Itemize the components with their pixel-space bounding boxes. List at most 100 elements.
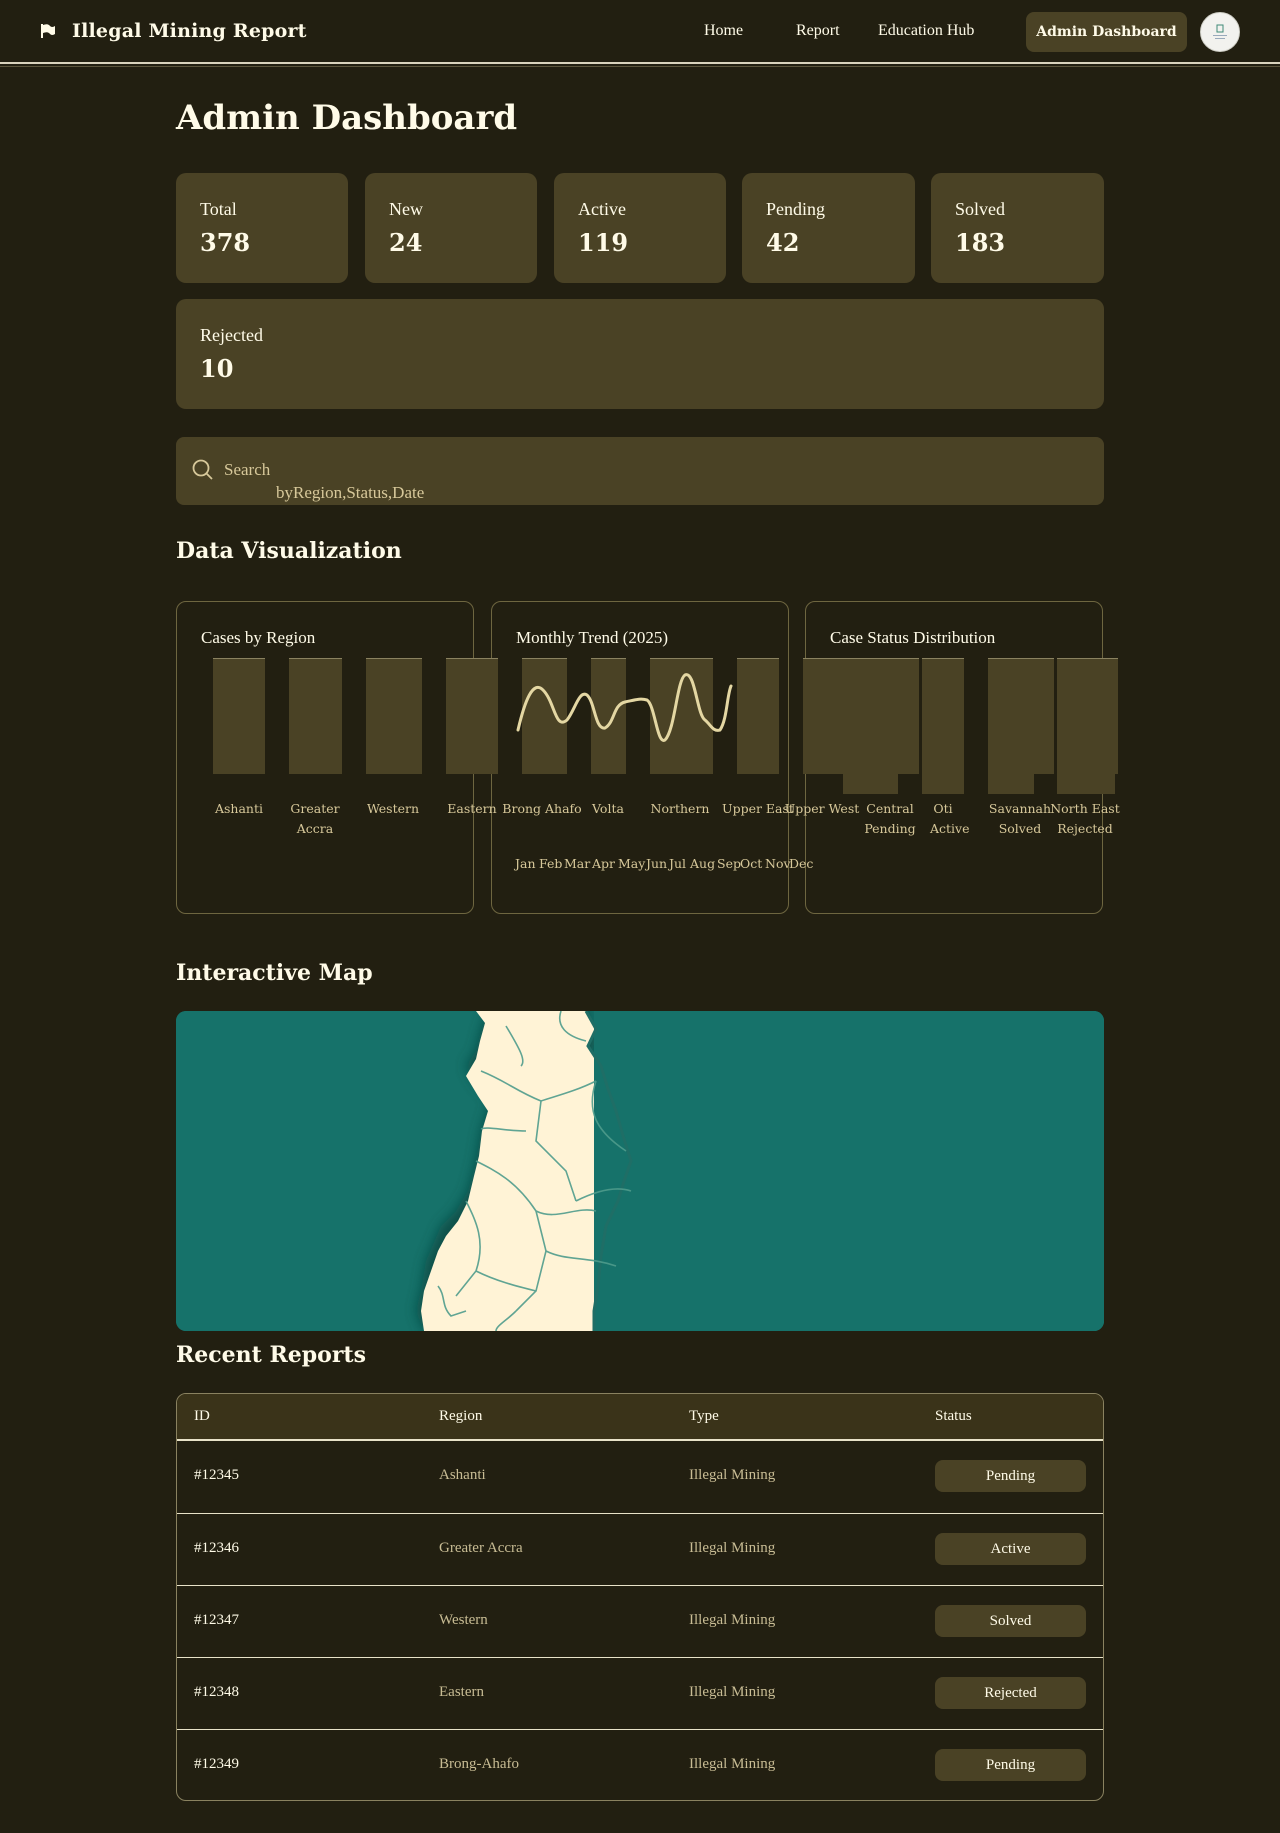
stat-card-solved: Solved 183	[931, 173, 1104, 283]
stat-label: New	[389, 199, 423, 219]
table-row[interactable]: #12346 Greater Accra Illegal Mining Acti…	[177, 1513, 1103, 1585]
page-title: Admin Dashboard	[176, 98, 518, 138]
chart-title: Cases by Region	[201, 628, 316, 647]
chart-label-eastern: Eastern	[447, 801, 497, 816]
chart-bar-ashanti	[213, 658, 265, 774]
column-header-id: ID	[194, 1408, 210, 1424]
chart-bar-upper-west	[803, 658, 919, 774]
stat-card-pending: Pending 42	[742, 173, 915, 283]
chart-label-ashanti: Ashanti	[214, 801, 264, 816]
nav-link-report[interactable]: Report	[796, 22, 840, 40]
search-hint: byRegion,Status,Date	[276, 483, 425, 502]
ghana-map[interactable]	[176, 1011, 1104, 1331]
column-header-region: Region	[439, 1408, 483, 1424]
section-title-recent-reports: Recent Reports	[176, 1342, 366, 1368]
cell-region: Greater Accra	[439, 1540, 523, 1556]
table-row[interactable]: #12345 Ashanti Illegal Mining Pending	[177, 1441, 1103, 1513]
status-badge[interactable]: Solved	[935, 1605, 1086, 1637]
cell-id: #12345	[194, 1467, 239, 1483]
month-label-nov: Nov	[765, 856, 791, 871]
stat-card-total: Total 378	[176, 173, 348, 283]
month-label-sep: Sep	[717, 856, 741, 871]
stat-label: Pending	[766, 199, 826, 219]
chart-label-central-pending: Central Pending	[864, 801, 916, 836]
admin-dashboard-button[interactable]: Admin Dashboard	[1026, 12, 1187, 52]
stat-label: Rejected	[200, 325, 263, 345]
monthly-trend-line	[516, 673, 733, 742]
stat-label: Solved	[955, 199, 1006, 219]
month-label-dec: Dec	[789, 856, 814, 871]
stat-value: 42	[766, 228, 800, 257]
flag-icon	[41, 24, 55, 38]
cell-type: Illegal Mining	[689, 1467, 776, 1483]
stat-value: 10	[200, 354, 234, 383]
chart-label-greater-accra: Greater Accra	[290, 801, 340, 836]
chart-bar-savannah	[988, 658, 1054, 774]
chart-bar-western	[366, 658, 422, 774]
month-label-jun: Jun	[646, 856, 668, 871]
table-header: ID Region Type Status	[177, 1394, 1103, 1441]
month-label-mar: Mar	[564, 856, 591, 871]
chart-bar-savannah-lower	[988, 774, 1034, 794]
chart-label-western: Western	[366, 801, 420, 816]
brand[interactable]: Illegal Mining Report	[40, 20, 307, 42]
stat-card-active: Active 119	[554, 173, 726, 283]
chart-label-volta: Volta	[592, 801, 624, 816]
month-label-jan: Jan	[515, 856, 536, 871]
section-title-data-visualization: Data Visualization	[176, 538, 402, 564]
chart-title: Monthly Trend (2025)	[516, 628, 669, 647]
top-nav: Illegal Mining Report Home Report Educat…	[0, 0, 1280, 67]
month-label-apr: Apr	[592, 856, 616, 871]
nav-link-home[interactable]: Home	[704, 22, 743, 40]
cell-id: #12348	[194, 1684, 239, 1700]
chart-label-north-east-rejected: North East Rejected	[1050, 801, 1120, 836]
column-header-type: Type	[689, 1408, 719, 1424]
chart-bar-north-east-lower	[1057, 774, 1115, 794]
table-row[interactable]: #12347 Western Illegal Mining Solved	[177, 1585, 1103, 1657]
stat-card-rejected: Rejected 10	[176, 299, 1104, 409]
status-badge[interactable]: Active	[935, 1533, 1086, 1565]
chart-label-savannah-solved: Savannah Solved	[988, 801, 1052, 836]
cell-type: Illegal Mining	[689, 1756, 776, 1772]
month-label-jul: Jul	[669, 856, 687, 871]
month-label-may: May	[618, 856, 646, 871]
month-label-aug: Aug	[690, 856, 716, 871]
cell-region: Ashanti	[439, 1467, 486, 1483]
section-title-interactive-map: Interactive Map	[176, 960, 373, 986]
cell-region: Western	[439, 1612, 488, 1628]
interactive-map[interactable]	[176, 1011, 1104, 1331]
stat-value: 183	[955, 228, 1006, 257]
table-row[interactable]: #12349 Brong-Ahafo Illegal Mining Pendin…	[177, 1729, 1103, 1800]
status-badge[interactable]: Rejected	[935, 1677, 1086, 1709]
search-icon	[192, 459, 213, 480]
chart-label-oti-active: Oti Active	[930, 801, 970, 836]
search-input[interactable]	[224, 457, 624, 483]
chart-bar-central	[843, 774, 898, 794]
stat-value: 378	[200, 228, 251, 257]
cell-type: Illegal Mining	[689, 1540, 776, 1556]
reports-table: ID Region Type Status #12345 Ashanti Ill…	[176, 1393, 1104, 1801]
cell-id: #12349	[194, 1756, 239, 1772]
chart-bar-eastern	[446, 658, 498, 774]
cell-id: #12346	[194, 1540, 239, 1556]
stat-label: Total	[200, 199, 237, 219]
cell-region: Eastern	[439, 1684, 484, 1700]
status-badge[interactable]: Pending	[935, 1749, 1086, 1781]
cell-region: Brong-Ahafo	[439, 1756, 519, 1772]
stat-label: Active	[578, 199, 626, 219]
chart-bar-greater-accra	[289, 658, 342, 774]
status-badge[interactable]: Pending	[935, 1460, 1086, 1492]
month-label-oct: Oct	[740, 856, 763, 871]
cell-id: #12347	[194, 1612, 239, 1628]
brand-title: Illegal Mining Report	[72, 20, 307, 42]
search-bar: byRegion,Status,Date	[176, 437, 1104, 505]
chart-label-northern: Northern	[650, 801, 710, 816]
cell-type: Illegal Mining	[689, 1612, 776, 1628]
month-label-feb: Feb	[539, 856, 563, 871]
chart-title: Case Status Distribution	[830, 628, 996, 647]
nav-link-education-hub[interactable]: Education Hub	[878, 22, 974, 40]
table-row[interactable]: #12348 Eastern Illegal Mining Rejected	[177, 1657, 1103, 1729]
stat-value: 24	[389, 228, 423, 257]
avatar[interactable]	[1200, 12, 1240, 52]
stat-card-new: New 24	[365, 173, 537, 283]
